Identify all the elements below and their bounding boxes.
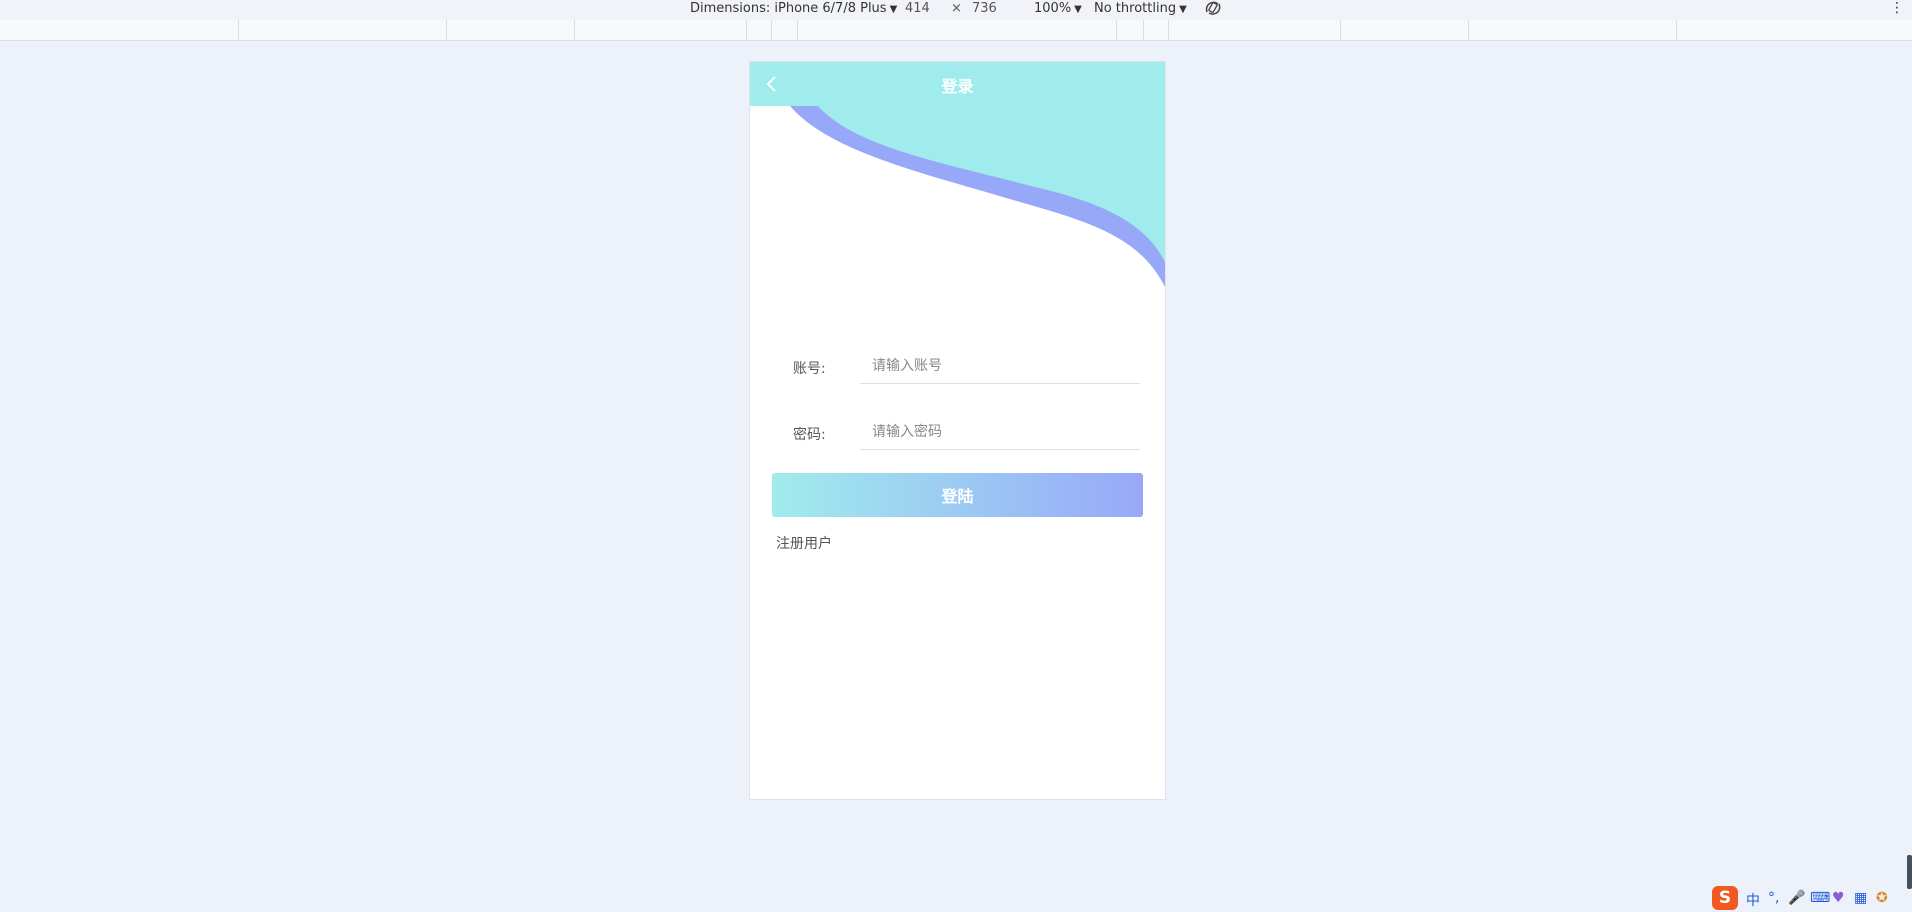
ime-punct[interactable]: °,: [1768, 890, 1779, 906]
register-link[interactable]: 注册用户: [776, 533, 832, 553]
account-input[interactable]: [860, 348, 1140, 384]
login-button[interactable]: 登陆: [772, 473, 1143, 517]
device-label: Dimensions: iPhone 6/7/8 Plus: [690, 1, 887, 16]
password-row: 密码:: [750, 410, 1165, 460]
account-row: 账号:: [750, 344, 1165, 394]
apps-grid-icon[interactable]: ▦: [1854, 890, 1867, 906]
zoom-value: 100%: [1034, 1, 1072, 16]
more-options-icon[interactable]: ⋮: [1890, 0, 1904, 16]
account-label: 账号:: [793, 361, 826, 377]
password-label: 密码:: [793, 427, 826, 443]
throttling-select[interactable]: No throttling ▼: [1094, 1, 1187, 16]
ime-tray: S 中 °, 🎤 ⌨ ♥ ▦ ✪: [1712, 884, 1912, 912]
sogou-logo-icon[interactable]: S: [1712, 886, 1738, 910]
skin-icon[interactable]: ♥: [1832, 890, 1845, 906]
device-toolbar: Dimensions: iPhone 6/7/8 Plus ▼ 414 × 736…: [0, 0, 1912, 20]
chevron-down-icon: ▼: [889, 4, 898, 15]
height-input[interactable]: 736: [972, 1, 997, 16]
microphone-icon[interactable]: 🎤: [1788, 890, 1805, 906]
device-select[interactable]: Dimensions: iPhone 6/7/8 Plus ▼: [690, 1, 897, 16]
device-viewport: 登录 账号: 密码: 登陆 注册用户: [749, 61, 1166, 800]
throttling-value: No throttling: [1094, 1, 1177, 16]
toolbox-icon[interactable]: ✪: [1876, 890, 1888, 906]
rotate-icon: [1205, 1, 1221, 15]
ime-language[interactable]: 中: [1746, 890, 1760, 910]
page-title: 登录: [941, 77, 974, 96]
nav-bar: 登录: [750, 62, 1165, 106]
chevron-down-icon: ▼: [1179, 4, 1187, 15]
password-input[interactable]: [860, 414, 1140, 450]
media-query-ruler: [0, 20, 1912, 41]
width-input[interactable]: 414: [905, 1, 930, 16]
zoom-select[interactable]: 100% ▼: [1034, 1, 1082, 16]
chevron-down-icon: ▼: [1074, 4, 1082, 15]
rotate-button[interactable]: [1204, 0, 1222, 20]
times-sign: ×: [951, 1, 962, 16]
keyboard-icon[interactable]: ⌨: [1810, 890, 1830, 906]
